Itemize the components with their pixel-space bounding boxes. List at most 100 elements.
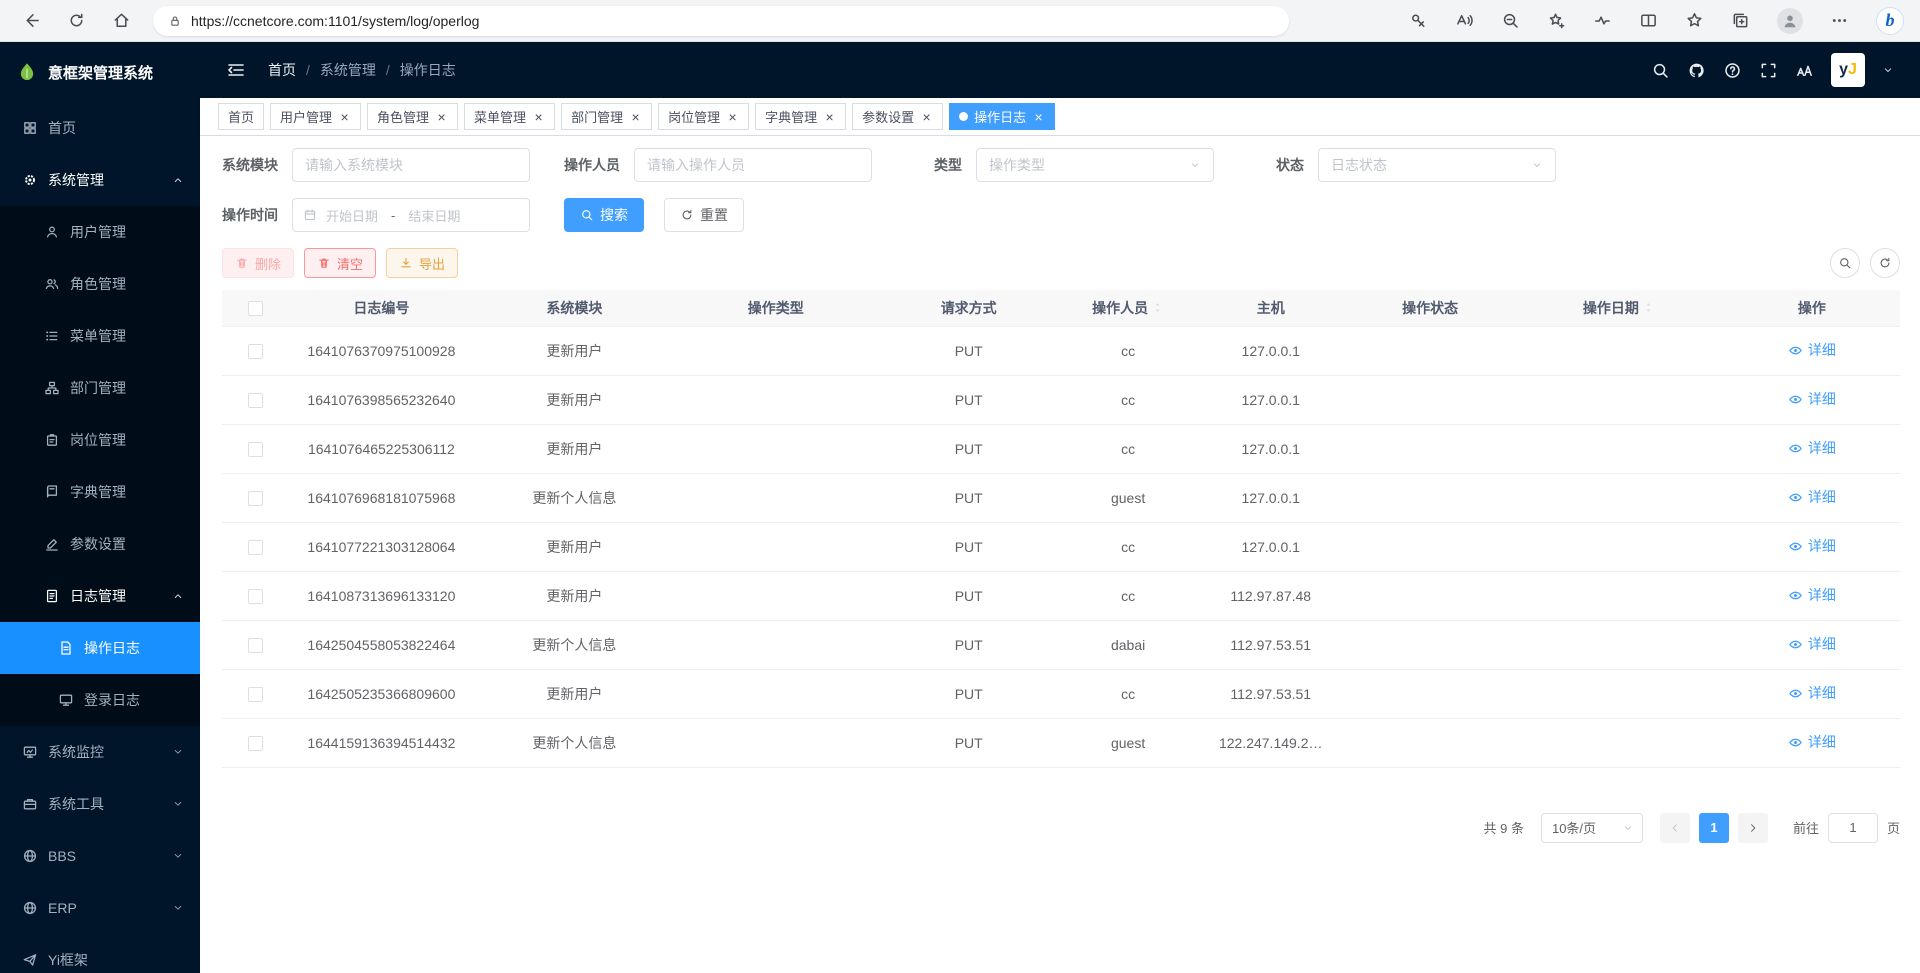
address-bar[interactable]: https://ccnetcore.com:1101/system/log/op… — [153, 6, 1289, 36]
select-all-checkbox[interactable] — [248, 301, 263, 316]
refresh-icon[interactable] — [67, 11, 86, 30]
password-key-icon[interactable] — [1409, 11, 1428, 30]
github-icon[interactable] — [1687, 61, 1706, 80]
sidebar-item-erp[interactable]: ERP — [0, 882, 200, 934]
tab-user[interactable]: 用户管理× — [270, 103, 361, 130]
row-checkbox[interactable] — [248, 442, 263, 457]
date-range-picker[interactable]: 开始日期 - 结束日期 — [292, 198, 530, 232]
tab-close-icon[interactable]: × — [726, 110, 739, 123]
favorites-icon[interactable] — [1685, 11, 1704, 30]
tab-dept[interactable]: 部门管理× — [561, 103, 652, 130]
back-icon[interactable] — [22, 11, 41, 30]
page-number-button[interactable]: 1 — [1699, 813, 1729, 843]
sidebar-item-dict-mgmt[interactable]: 字典管理 — [0, 466, 200, 518]
module-filter-input[interactable] — [292, 148, 530, 182]
sidebar-collapse-icon[interactable] — [226, 60, 246, 80]
bing-chat-icon[interactable]: b — [1876, 7, 1904, 35]
tab-param[interactable]: 参数设置× — [852, 103, 943, 130]
delete-button[interactable]: 删除 — [222, 248, 294, 278]
browser-essentials-icon[interactable] — [1593, 11, 1612, 30]
type-filter-select[interactable]: 操作类型 — [976, 148, 1214, 182]
profile-avatar[interactable] — [1777, 8, 1803, 34]
sort-icon[interactable] — [1642, 300, 1655, 315]
home-icon[interactable] — [112, 11, 131, 30]
tab-close-icon[interactable]: × — [823, 110, 836, 123]
row-checkbox[interactable] — [248, 687, 263, 702]
detail-link[interactable]: 详细 — [1788, 585, 1836, 605]
page-size-select[interactable]: 10条/页 — [1541, 813, 1643, 843]
row-checkbox[interactable] — [248, 491, 263, 506]
lock-icon[interactable] — [168, 14, 182, 28]
row-checkbox[interactable] — [248, 638, 263, 653]
zoom-out-icon[interactable] — [1501, 11, 1520, 30]
detail-link[interactable]: 详细 — [1788, 536, 1836, 556]
refresh-table-button[interactable] — [1870, 248, 1900, 278]
fullscreen-icon[interactable] — [1759, 61, 1778, 80]
collections-icon[interactable] — [1731, 11, 1750, 30]
cell-action: 详细 — [1724, 522, 1900, 571]
prev-page-button[interactable] — [1660, 813, 1690, 843]
sidebar-item-system-mgmt[interactable]: 系统管理 — [0, 154, 200, 206]
export-button[interactable]: 导出 — [386, 248, 458, 278]
help-icon[interactable] — [1723, 61, 1742, 80]
detail-link[interactable]: 详细 — [1788, 732, 1836, 752]
sidebar-item-log-mgmt[interactable]: 日志管理 — [0, 570, 200, 622]
sidebar-item-login-log[interactable]: 登录日志 — [0, 674, 200, 726]
breadcrumb-item[interactable]: 首页 — [268, 60, 296, 80]
search-button[interactable]: 搜索 — [564, 198, 644, 232]
detail-link[interactable]: 详细 — [1788, 438, 1836, 458]
operator-filter-group: 操作人员 — [564, 148, 872, 182]
sidebar-item-yi-framework[interactable]: Yi框架 — [0, 934, 200, 973]
read-aloud-icon[interactable] — [1455, 11, 1474, 30]
sidebar-item-post-mgmt[interactable]: 岗位管理 — [0, 414, 200, 466]
goto-page-input[interactable] — [1828, 813, 1878, 843]
sidebar-item-role-mgmt[interactable]: 角色管理 — [0, 258, 200, 310]
next-page-button[interactable] — [1738, 813, 1768, 843]
sidebar-item-system-monitor[interactable]: 系统监控 — [0, 726, 200, 778]
sidebar-item-user-mgmt[interactable]: 用户管理 — [0, 206, 200, 258]
tab-operlog[interactable]: 操作日志× — [949, 103, 1055, 130]
detail-link[interactable]: 详细 — [1788, 389, 1836, 409]
tab-dict[interactable]: 字典管理× — [755, 103, 846, 130]
sidebar-item-menu-mgmt[interactable]: 菜单管理 — [0, 310, 200, 362]
tab-home[interactable]: 首页 — [218, 103, 264, 130]
tab-close-icon[interactable]: × — [435, 110, 448, 123]
settings-ellipsis-icon[interactable] — [1830, 11, 1849, 30]
row-checkbox[interactable] — [248, 393, 263, 408]
sidebar-item-home[interactable]: 首页 — [0, 102, 200, 154]
sidebar-item-dept-mgmt[interactable]: 部门管理 — [0, 362, 200, 414]
add-favorite-star-icon[interactable] — [1547, 11, 1566, 30]
split-screen-icon[interactable] — [1639, 11, 1658, 30]
tab-post[interactable]: 岗位管理× — [658, 103, 749, 130]
clear-button[interactable]: 清空 — [304, 248, 376, 278]
tab-close-icon[interactable]: × — [338, 110, 351, 123]
detail-link[interactable]: 详细 — [1788, 683, 1836, 703]
tab-menu[interactable]: 菜单管理× — [464, 103, 555, 130]
search-icon[interactable] — [1651, 61, 1670, 80]
toggle-search-button[interactable] — [1830, 248, 1860, 278]
row-checkbox[interactable] — [248, 540, 263, 555]
font-size-icon[interactable] — [1795, 61, 1814, 80]
tab-role[interactable]: 角色管理× — [367, 103, 458, 130]
breadcrumb-item[interactable]: 系统管理 — [320, 60, 376, 80]
row-checkbox[interactable] — [248, 344, 263, 359]
sidebar-item-bbs[interactable]: BBS — [0, 830, 200, 882]
detail-link[interactable]: 详细 — [1788, 634, 1836, 654]
reset-button[interactable]: 重置 — [664, 198, 744, 232]
status-filter-select[interactable]: 日志状态 — [1318, 148, 1556, 182]
sort-icon[interactable] — [1151, 300, 1164, 315]
row-checkbox[interactable] — [248, 589, 263, 604]
detail-link[interactable]: 详细 — [1788, 340, 1836, 360]
tab-close-icon[interactable]: × — [629, 110, 642, 123]
operator-filter-input[interactable] — [634, 148, 872, 182]
detail-link[interactable]: 详细 — [1788, 487, 1836, 507]
sidebar-item-param-settings[interactable]: 参数设置 — [0, 518, 200, 570]
tab-close-icon[interactable]: × — [532, 110, 545, 123]
tab-close-icon[interactable]: × — [1032, 110, 1045, 123]
sidebar-item-system-tools[interactable]: 系统工具 — [0, 778, 200, 830]
user-avatar-logo[interactable]: yJ — [1831, 53, 1865, 87]
chevron-down-icon[interactable] — [1882, 64, 1894, 76]
row-checkbox[interactable] — [248, 736, 263, 751]
sidebar-item-oper-log[interactable]: 操作日志 — [0, 622, 200, 674]
tab-close-icon[interactable]: × — [920, 110, 933, 123]
